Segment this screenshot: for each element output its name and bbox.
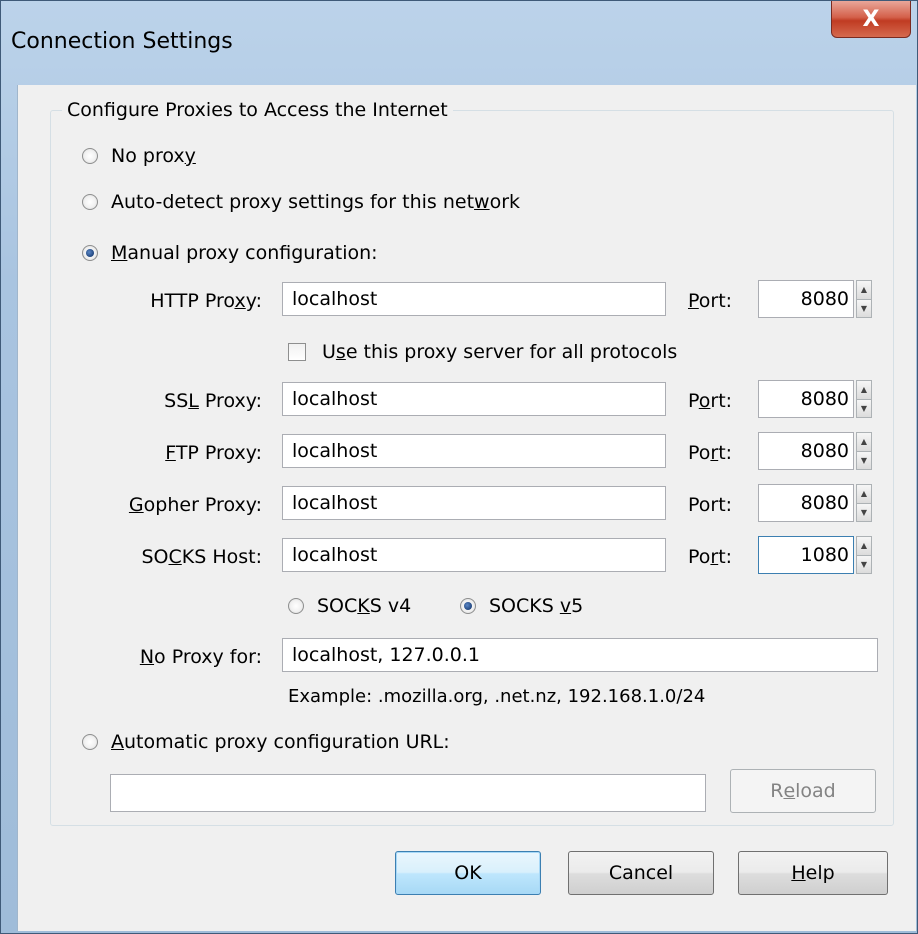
dialog-body: Configure Proxies to Access the Internet… bbox=[17, 85, 916, 931]
auto-url-radio[interactable] bbox=[82, 734, 98, 750]
gopher-proxy-label: Gopher Proxy: bbox=[128, 494, 262, 516]
ssl-proxy-label: SSL Proxy: bbox=[164, 390, 262, 412]
socks-v5-label: SOCKS v5 bbox=[489, 595, 584, 617]
socks-v5-radio[interactable] bbox=[460, 598, 476, 614]
spin-down-icon[interactable]: ▼ bbox=[857, 398, 871, 417]
title-bar: Connection Settings X bbox=[1, 1, 917, 83]
auto-detect-option[interactable]: Auto-detect proxy settings for this netw… bbox=[82, 191, 520, 213]
close-icon: X bbox=[862, 6, 880, 32]
reload-button[interactable]: Re load bbox=[730, 769, 876, 813]
cancel-button[interactable]: Cancel bbox=[568, 851, 714, 895]
use-for-all-label: Use this proxy server for all protocols bbox=[322, 341, 678, 363]
window-title: Connection Settings bbox=[11, 29, 233, 54]
http-port-label: Port: bbox=[688, 290, 733, 312]
connection-settings-window: Connection Settings X Configure Proxies … bbox=[0, 0, 918, 934]
spin-up-icon[interactable]: ▲ bbox=[857, 381, 871, 399]
manual-proxy-label: Manual proxy configuration: bbox=[111, 242, 378, 264]
socks-host-input[interactable]: localhost bbox=[282, 538, 666, 572]
auto-detect-label: Auto-detect proxy settings for this netw… bbox=[111, 191, 521, 213]
spin-up-icon[interactable]: ▲ bbox=[857, 537, 871, 555]
socks-v4-option[interactable]: SOCKS v4 bbox=[288, 595, 411, 617]
no-proxy-example-text: Example: .mozilla.org, .net.nz, 192.168.… bbox=[288, 686, 706, 707]
no-proxy-option[interactable]: No proxy bbox=[82, 145, 196, 167]
ssl-port-label: Port: bbox=[688, 390, 733, 412]
spin-up-icon[interactable]: ▲ bbox=[857, 433, 871, 451]
gopher-port-label: Port: bbox=[688, 494, 733, 516]
http-port-input[interactable]: 8080 bbox=[758, 280, 854, 318]
socks-v4-radio[interactable] bbox=[288, 598, 304, 614]
help-button[interactable]: Help bbox=[738, 851, 888, 895]
socks-host-label: SOCKS Host: bbox=[141, 546, 262, 568]
http-port-spinner[interactable]: ▲ ▼ bbox=[856, 280, 872, 318]
socks-port-input[interactable]: 1080 bbox=[758, 536, 854, 574]
gopher-port-spinner[interactable]: ▲ ▼ bbox=[856, 484, 872, 522]
spin-down-icon[interactable]: ▼ bbox=[857, 298, 871, 317]
spin-up-icon[interactable]: ▲ bbox=[857, 281, 871, 299]
group-legend: Configure Proxies to Access the Internet bbox=[62, 99, 453, 121]
close-button[interactable]: X bbox=[831, 1, 911, 38]
ftp-proxy-label: FTP Proxy: bbox=[165, 442, 262, 464]
auto-detect-radio[interactable] bbox=[82, 194, 98, 210]
no-proxy-label: No proxy bbox=[111, 145, 196, 167]
ftp-port-label: Port: bbox=[688, 442, 733, 464]
auto-url-option[interactable]: Automatic proxy configuration URL: bbox=[82, 731, 450, 753]
socks-v5-option[interactable]: SOCKS v5 bbox=[460, 595, 583, 617]
manual-proxy-radio[interactable] bbox=[82, 245, 98, 261]
spin-down-icon[interactable]: ▼ bbox=[857, 554, 871, 573]
ok-button[interactable]: OK bbox=[395, 851, 541, 895]
ssl-proxy-input[interactable]: localhost bbox=[282, 382, 666, 416]
auto-url-label: Automatic proxy configuration URL: bbox=[111, 731, 450, 753]
spin-down-icon[interactable]: ▼ bbox=[857, 450, 871, 469]
socks-port-spinner[interactable]: ▲ ▼ bbox=[856, 536, 872, 574]
socks-port-label: Port: bbox=[688, 546, 733, 568]
socks-v4-label: SOCKS v4 bbox=[317, 595, 412, 617]
ftp-port-spinner[interactable]: ▲ ▼ bbox=[856, 432, 872, 470]
use-for-all-option[interactable]: Use this proxy server for all protocols bbox=[288, 341, 677, 363]
use-for-all-checkbox[interactable] bbox=[288, 343, 306, 361]
http-proxy-label: HTTP Proxy: bbox=[150, 290, 262, 312]
ftp-proxy-input[interactable]: localhost bbox=[282, 434, 666, 468]
auto-url-input[interactable] bbox=[110, 774, 706, 812]
gopher-proxy-input[interactable]: localhost bbox=[282, 486, 666, 520]
no-proxy-for-input[interactable]: localhost, 127.0.0.1 bbox=[282, 638, 878, 672]
http-proxy-input[interactable]: localhost bbox=[282, 282, 666, 316]
spin-down-icon[interactable]: ▼ bbox=[857, 502, 871, 521]
manual-proxy-option[interactable]: Manual proxy configuration: bbox=[82, 242, 378, 264]
spin-up-icon[interactable]: ▲ bbox=[857, 485, 871, 503]
ftp-port-input[interactable]: 8080 bbox=[758, 432, 854, 470]
ssl-port-spinner[interactable]: ▲ ▼ bbox=[856, 380, 872, 418]
no-proxy-for-label: No Proxy for: bbox=[139, 646, 262, 668]
no-proxy-radio[interactable] bbox=[82, 148, 98, 164]
gopher-port-input[interactable]: 8080 bbox=[758, 484, 854, 522]
ssl-port-input[interactable]: 8080 bbox=[758, 380, 854, 418]
